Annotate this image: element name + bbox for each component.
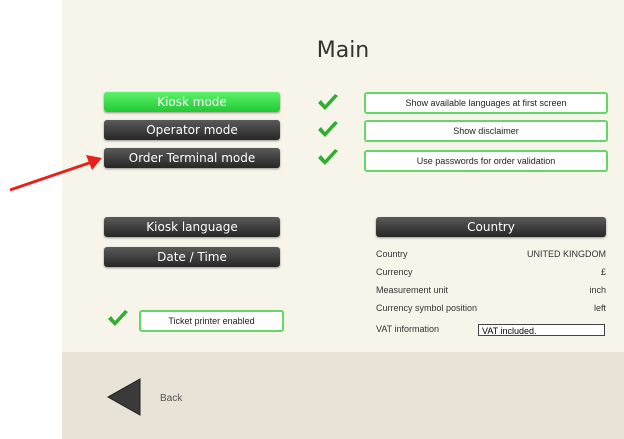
check-icon (318, 94, 338, 110)
check-icon (318, 121, 338, 137)
measurement-unit-row: Measurement unit inch (376, 285, 606, 299)
currency-symbol-position-value: left (593, 303, 606, 313)
vat-label: VAT information (376, 324, 440, 334)
operator-mode-button[interactable]: Operator mode (104, 120, 280, 140)
currency-symbol-position-label: Currency symbol position (376, 303, 478, 313)
ticket-printer-option[interactable]: Ticket printer enabled (139, 310, 284, 332)
back-arrow-icon[interactable] (106, 377, 142, 417)
country-row: Country UNITED KINGDOM (376, 249, 606, 263)
currency-row: Currency £ (376, 267, 606, 281)
kiosk-mode-button[interactable]: Kiosk mode (104, 92, 280, 112)
country-button[interactable]: Country (376, 217, 606, 237)
currency-label: Currency (376, 267, 413, 277)
page-title: Main (316, 38, 370, 63)
vat-information-field[interactable]: VAT included. (478, 324, 605, 336)
check-icon (318, 149, 338, 165)
option-use-passwords[interactable]: Use passwords for order validation (364, 150, 608, 172)
footer-bar (62, 352, 624, 439)
measurement-unit-label: Measurement unit (376, 285, 449, 295)
option-show-languages[interactable]: Show available languages at first screen (364, 92, 608, 114)
measurement-unit-value: inch (589, 285, 606, 295)
vat-row: VAT information (376, 324, 476, 338)
annotation-arrow-icon (9, 155, 102, 192)
back-label[interactable]: Back (160, 393, 182, 404)
check-icon (108, 310, 128, 326)
country-label: Country (376, 249, 408, 259)
option-show-disclaimer[interactable]: Show disclaimer (364, 120, 608, 142)
kiosk-language-button[interactable]: Kiosk language (104, 217, 280, 237)
currency-value: £ (600, 267, 606, 277)
currency-symbol-position-row: Currency symbol position left (376, 303, 606, 317)
order-terminal-mode-button[interactable]: Order Terminal mode (104, 148, 280, 168)
datetime-button[interactable]: Date / Time (104, 247, 280, 267)
country-value: UNITED KINGDOM (526, 249, 606, 259)
